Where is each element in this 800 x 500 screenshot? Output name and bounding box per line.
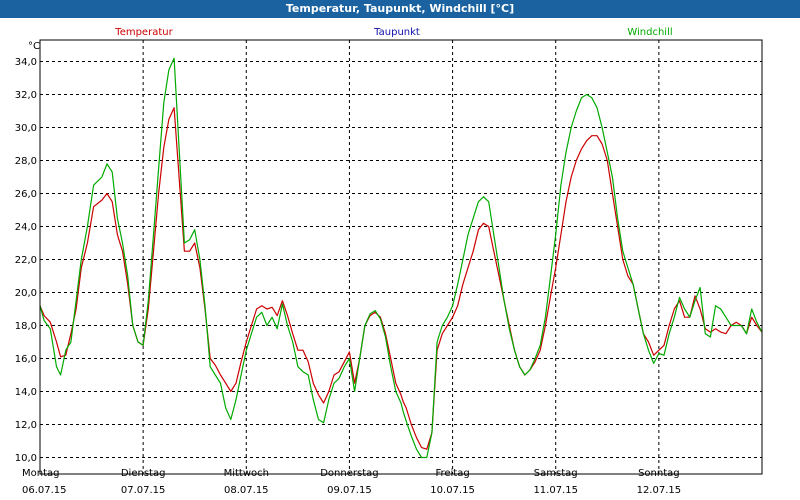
x-tick-day-label: Montag — [22, 468, 59, 479]
y-axis-unit: °C — [28, 41, 40, 52]
x-tick-date-label: 06.07.15 — [22, 485, 67, 496]
y-tick-label: 16,0 — [15, 354, 37, 365]
window-title: Temperatur, Taupunkt, Windchill [°C] — [0, 0, 800, 18]
chart-window: Temperatur, Taupunkt, Windchill [°C] °C … — [0, 0, 800, 500]
x-tick-date-label: 07.07.15 — [121, 485, 166, 496]
legend-taupunkt: Taupunkt — [373, 27, 420, 38]
x-tick-day-label: Dienstag — [121, 468, 166, 479]
x-tick-date-label: 12.07.15 — [637, 485, 682, 496]
x-tick-day-label: Samstag — [534, 468, 578, 479]
x-tick-date-label: 09.07.15 — [327, 485, 372, 496]
x-tick-date-label: 10.07.15 — [430, 485, 475, 496]
y-tick-label: 32,0 — [15, 90, 37, 101]
chart-plot: °C Temperatur Taupunkt Windchill 10,0 12,… — [0, 18, 800, 500]
x-tick-date-label: 08.07.15 — [224, 485, 269, 496]
y-tick-label: 24,0 — [15, 222, 37, 233]
y-tick-label: 30,0 — [15, 123, 37, 134]
y-tick-label: 12,0 — [15, 420, 37, 431]
x-tick-day-label: Sonntag — [638, 468, 680, 479]
y-tick-label: 18,0 — [15, 321, 37, 332]
x-tick-day-label: Mittwoch — [224, 468, 269, 479]
legend-windchill: Windchill — [627, 27, 672, 38]
y-tick-label: 26,0 — [15, 189, 37, 200]
x-tick-day-label: Freitag — [435, 468, 469, 479]
y-tick-label: 28,0 — [15, 156, 37, 167]
y-tick-label: 20,0 — [15, 288, 37, 299]
y-tick-label: 34,0 — [15, 57, 37, 68]
y-tick-label: 10,0 — [15, 453, 37, 464]
y-tick-label: 14,0 — [15, 387, 37, 398]
x-tick-date-label: 11.07.15 — [533, 485, 578, 496]
legend-temperatur: Temperatur — [114, 27, 173, 38]
y-tick-label: 22,0 — [15, 255, 37, 266]
x-tick-day-label: Donnerstag — [320, 468, 378, 479]
